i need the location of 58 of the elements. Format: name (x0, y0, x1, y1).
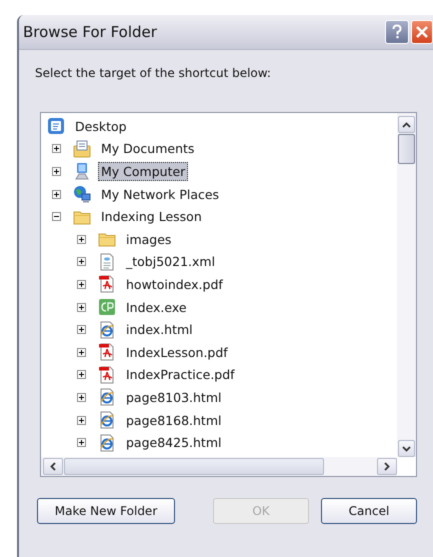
tree-item[interactable]: My Computer (98, 162, 188, 181)
expand-toggle[interactable] (52, 166, 61, 176)
instruction-text: Select the target of the shortcut below: (35, 65, 272, 82)
expand-toggle[interactable] (77, 302, 86, 312)
expand-toggle[interactable] (77, 416, 86, 425)
expand-toggle[interactable] (77, 392, 86, 402)
xml-file-icon (98, 252, 116, 271)
scroll-up-button[interactable] (398, 116, 415, 133)
tree-item[interactable]: My Network Places (98, 184, 222, 204)
window-title: Browse For Folder (23, 23, 158, 41)
web-page-icon (98, 320, 116, 339)
expand-toggle[interactable] (52, 144, 61, 154)
pdf-file-icon (98, 366, 116, 384)
expand-toggle[interactable] (77, 438, 86, 448)
tree-item[interactable]: My Documents (98, 139, 198, 158)
expand-toggle[interactable] (77, 370, 86, 380)
scroll-right-button[interactable] (377, 458, 397, 475)
tree-item[interactable]: page8425.html (123, 433, 224, 452)
dialog-button[interactable]: Make New Folder (37, 498, 175, 524)
application-icon (98, 298, 116, 316)
expand-toggle[interactable] (77, 325, 86, 334)
close-button[interactable] (411, 20, 433, 44)
close-icon (414, 24, 430, 40)
scroll-left-button[interactable] (43, 458, 63, 475)
tree-item[interactable]: howtoindex.pdf (123, 274, 226, 294)
tree-item[interactable]: Indexing Lesson (98, 207, 205, 226)
dialog-button[interactable]: Cancel (321, 498, 417, 524)
tree-item[interactable]: IndexPractice.pdf (123, 365, 238, 384)
expand-toggle[interactable] (77, 257, 86, 266)
web-page-icon (98, 411, 116, 430)
tree-item[interactable]: _tobj5021.xml (123, 252, 218, 272)
scroll-down-button[interactable] (398, 440, 415, 457)
document-folder-icon (73, 140, 91, 158)
expand-toggle[interactable] (77, 280, 86, 289)
scroll-thumb[interactable] (398, 134, 415, 164)
tree-item[interactable]: images (123, 230, 174, 249)
expand-toggle[interactable] (52, 190, 61, 199)
tree-item[interactable]: index.html (123, 320, 196, 340)
web-page-icon (98, 434, 116, 452)
help-button[interactable] (385, 20, 409, 44)
pdf-file-icon (98, 275, 116, 294)
web-page-icon (98, 388, 116, 406)
tree-item[interactable]: Desktop (72, 116, 130, 136)
tree-item[interactable]: Index.exe (123, 298, 190, 317)
vertical-scrollbar[interactable] (397, 113, 416, 457)
desktop-icon (47, 117, 65, 136)
tree-item[interactable]: IndexLesson.pdf (123, 342, 231, 362)
tree-item[interactable]: page8103.html (123, 388, 224, 407)
help-icon (390, 24, 404, 40)
horizontal-scrollbar[interactable] (41, 457, 397, 476)
network-globe-icon (73, 185, 91, 204)
expand-toggle[interactable] (77, 348, 86, 357)
expand-toggle[interactable] (77, 234, 86, 244)
pdf-file-icon (98, 343, 116, 362)
tree-item[interactable]: page8168.html (123, 410, 224, 430)
computer-icon (73, 162, 91, 180)
collapse-toggle[interactable] (52, 212, 61, 222)
scroll-thumb[interactable] (64, 458, 324, 475)
